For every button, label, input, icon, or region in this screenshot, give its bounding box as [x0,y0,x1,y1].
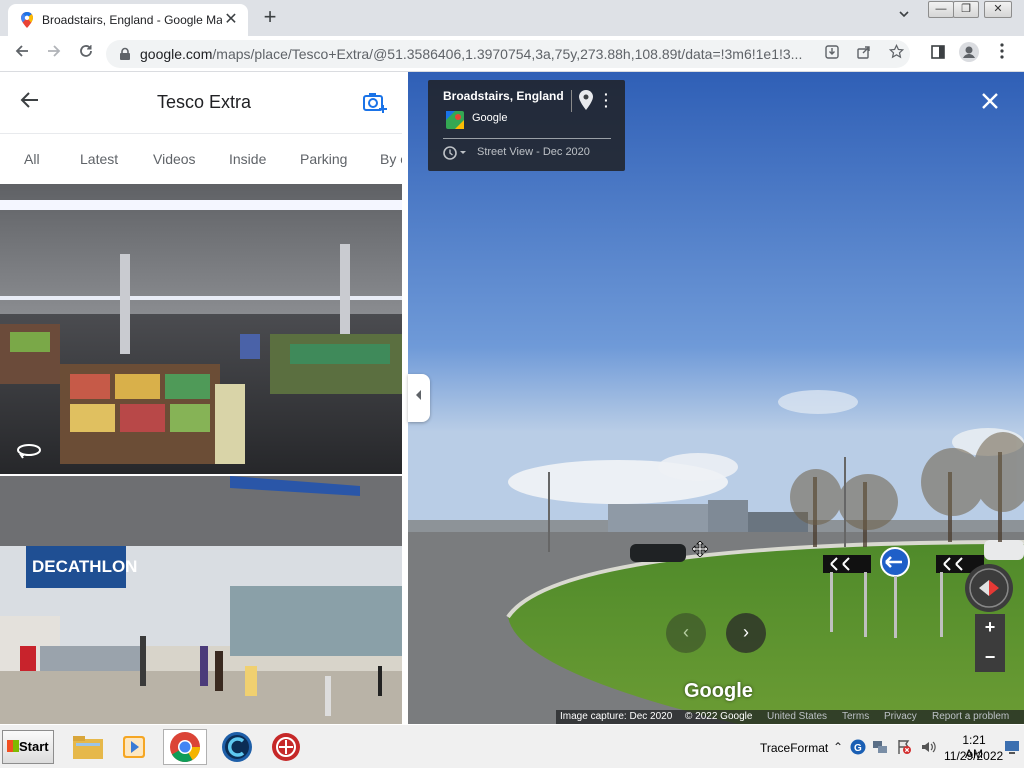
tab-parking[interactable]: Parking [300,151,347,167]
tab-bar: Broadstairs, England - Google Maps ✕ + —… [0,0,1024,36]
time-travel-history-icon[interactable] [443,146,469,163]
google-maps-logo-icon [446,111,464,129]
taskbar: Start TraceFormat ⌃ G 1:21 AM 11/29/2022 [0,724,1024,768]
side-panel-icon[interactable] [926,42,950,66]
terms-link[interactable]: Terms [842,710,869,724]
system-tray: TraceFormat ⌃ G 1:21 AM 11/29/2022 [758,725,1024,768]
show-desktop-icon[interactable] [1004,739,1020,755]
photo-store-interior[interactable] [0,184,402,474]
capture-date-label: Street View - Dec 2020 [477,146,590,158]
tab-search-chevron-icon[interactable] [894,8,914,28]
more-options-icon[interactable]: · · · [604,87,609,113]
show-hidden-icons-chevron-icon[interactable]: ⌃ [830,739,846,755]
browser-toolbar: google.com/maps/place/Tesco+Extra/@51.35… [0,36,1024,72]
tab-close-icon[interactable]: ✕ [222,11,240,29]
privacy-link[interactable]: Privacy [884,710,917,724]
decathlon-sign: DECATHLON [32,557,137,576]
interior-photo-image [0,184,402,474]
tab-inside[interactable]: Inside [229,151,266,167]
browser-menu-icon[interactable] [990,42,1014,66]
region-link[interactable]: United States [767,710,827,724]
forward-arrow-icon[interactable] [42,42,66,66]
google-watermark: Google [684,680,753,702]
reload-icon[interactable] [74,42,98,66]
clock-date[interactable]: 11/29/2022 [944,749,1003,763]
navigate-left-arrow-icon[interactable]: ‹ [666,613,706,653]
photo-category-tabs: All Latest Videos Inside Parking By o [0,134,408,184]
navigate-right-arrow-icon[interactable]: › [726,613,766,653]
close-street-view-icon[interactable] [978,92,1002,116]
street-view-info-card: Broadstairs, England Google · · · Street V… [428,80,625,171]
google-maps-icon [21,12,33,28]
photo-store-exterior[interactable]: DECATHLON [0,476,402,724]
tab-all[interactable]: All [24,151,40,167]
zoom-in-button[interactable]: + [975,614,1005,644]
photo-panel: Tesco Extra All Latest Videos Inside Par… [0,72,408,724]
security-app-icon[interactable] [264,729,308,765]
close-window-button[interactable]: ✕ [984,1,1012,18]
image-capture-date: Image capture: Dec 2020 [560,711,673,722]
minimize-button[interactable]: — [928,1,954,18]
share-icon[interactable] [854,44,874,64]
compass-icon[interactable] [965,564,1013,612]
panel-title: Tesco Extra [156,92,252,112]
collapse-panel-button[interactable] [408,374,430,422]
network-icon[interactable] [872,739,888,755]
bookmark-star-icon[interactable] [886,43,906,64]
copyright: © 2022 Google [685,711,753,722]
card-separator [571,90,572,112]
exterior-photo-image: DECATHLON [0,476,402,724]
traceformat-label[interactable]: TraceFormat [760,741,828,755]
volume-icon[interactable] [920,739,936,755]
browser-tab[interactable]: Broadstairs, England - Google Maps ✕ [8,4,248,36]
windows-logo-icon [7,740,19,752]
chrome-icon[interactable] [163,729,207,765]
start-button[interactable]: Start [2,730,54,764]
street-view-place[interactable]: Broadstairs, England [443,89,564,103]
google-tray-icon[interactable]: G [850,739,866,755]
tab-videos[interactable]: Videos [153,151,196,167]
zoom-out-button[interactable]: − [975,644,1005,672]
location-pin-icon[interactable] [579,90,593,110]
tab-latest[interactable]: Latest [80,151,118,167]
profile-avatar-icon[interactable] [957,42,981,66]
media-player-icon[interactable] [112,729,156,765]
new-tab-button[interactable]: + [258,6,282,30]
maximize-button[interactable]: ❐ [953,1,979,18]
install-app-icon[interactable] [822,44,842,64]
file-explorer-icon[interactable] [66,729,110,765]
add-photo-icon[interactable] [362,90,388,116]
url-text: google.com/maps/place/Tesco+Extra/@51.35… [140,46,803,62]
action-center-flag-icon[interactable] [896,739,912,755]
tab-title: Broadstairs, England - Google Maps [42,13,222,27]
lock-icon [120,47,130,60]
ccleaner-icon[interactable] [215,729,259,765]
panel-header: Tesco Extra [0,72,408,134]
card-divider [443,138,611,139]
360-rotate-icon [17,444,41,459]
move-cursor-icon [692,541,708,557]
address-bar[interactable]: google.com/maps/place/Tesco+Extra/@51.35… [106,40,910,68]
report-problem-link[interactable]: Report a problem [932,710,1009,724]
image-provider: Google [472,112,508,124]
svg-text:G: G [854,743,862,754]
map-footer: Image capture: Dec 2020 © 2022 Google Un… [556,710,1024,724]
back-arrow-icon[interactable] [10,42,34,66]
